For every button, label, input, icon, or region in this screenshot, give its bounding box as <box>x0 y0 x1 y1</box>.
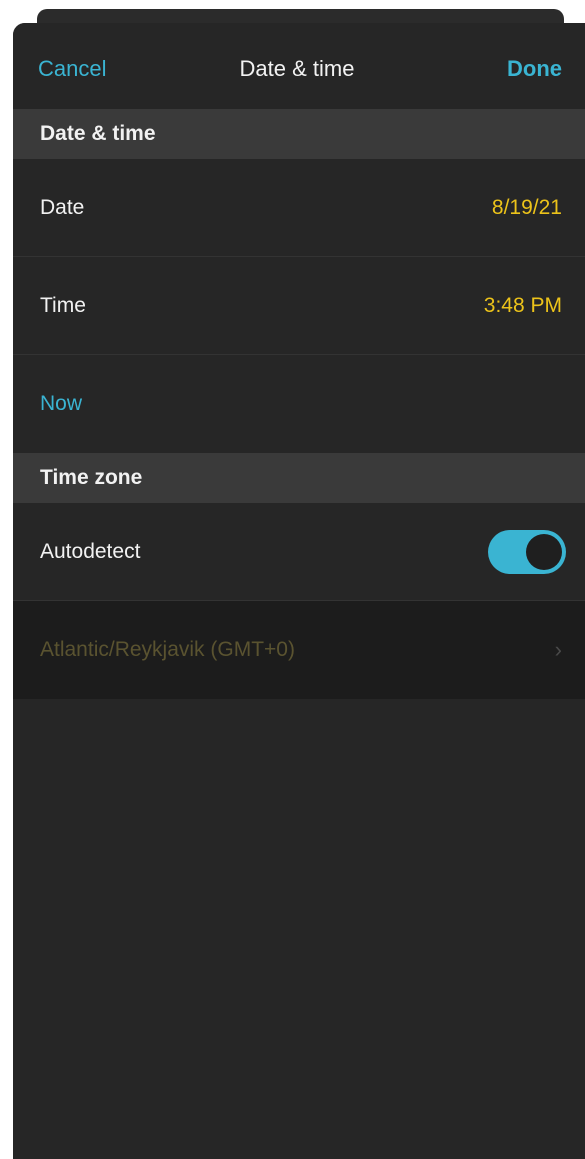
time-value[interactable]: 3:48 PM <box>484 294 562 318</box>
date-label: Date <box>40 195 85 219</box>
date-row[interactable]: Date 8/19/21 <box>13 159 585 257</box>
done-button[interactable]: Done <box>507 56 562 82</box>
section-header-date-time: Date & time <box>13 109 585 159</box>
time-row[interactable]: Time 3:48 PM <box>13 257 585 355</box>
timezone-row[interactable]: Atlantic/Reykjavik (GMT+0) › <box>13 601 585 699</box>
now-row[interactable]: Now <box>13 355 585 453</box>
toggle-knob <box>526 533 562 570</box>
chevron-right-icon: › <box>554 637 562 662</box>
autodetect-toggle[interactable] <box>488 529 566 574</box>
navigation-bar: Cancel Date & time Done <box>13 23 585 109</box>
date-time-sheet: Cancel Date & time Done Date & time Date… <box>13 23 585 1159</box>
now-button[interactable]: Now <box>40 392 82 416</box>
cancel-button[interactable]: Cancel <box>38 56 106 82</box>
section-header-time-zone: Time zone <box>13 453 585 503</box>
date-value[interactable]: 8/19/21 <box>492 196 562 220</box>
autodetect-row: Autodetect <box>13 503 585 601</box>
autodetect-label: Autodetect <box>40 539 141 563</box>
timezone-value: Atlantic/Reykjavik (GMT+0) <box>40 638 295 661</box>
time-label: Time <box>40 293 86 317</box>
